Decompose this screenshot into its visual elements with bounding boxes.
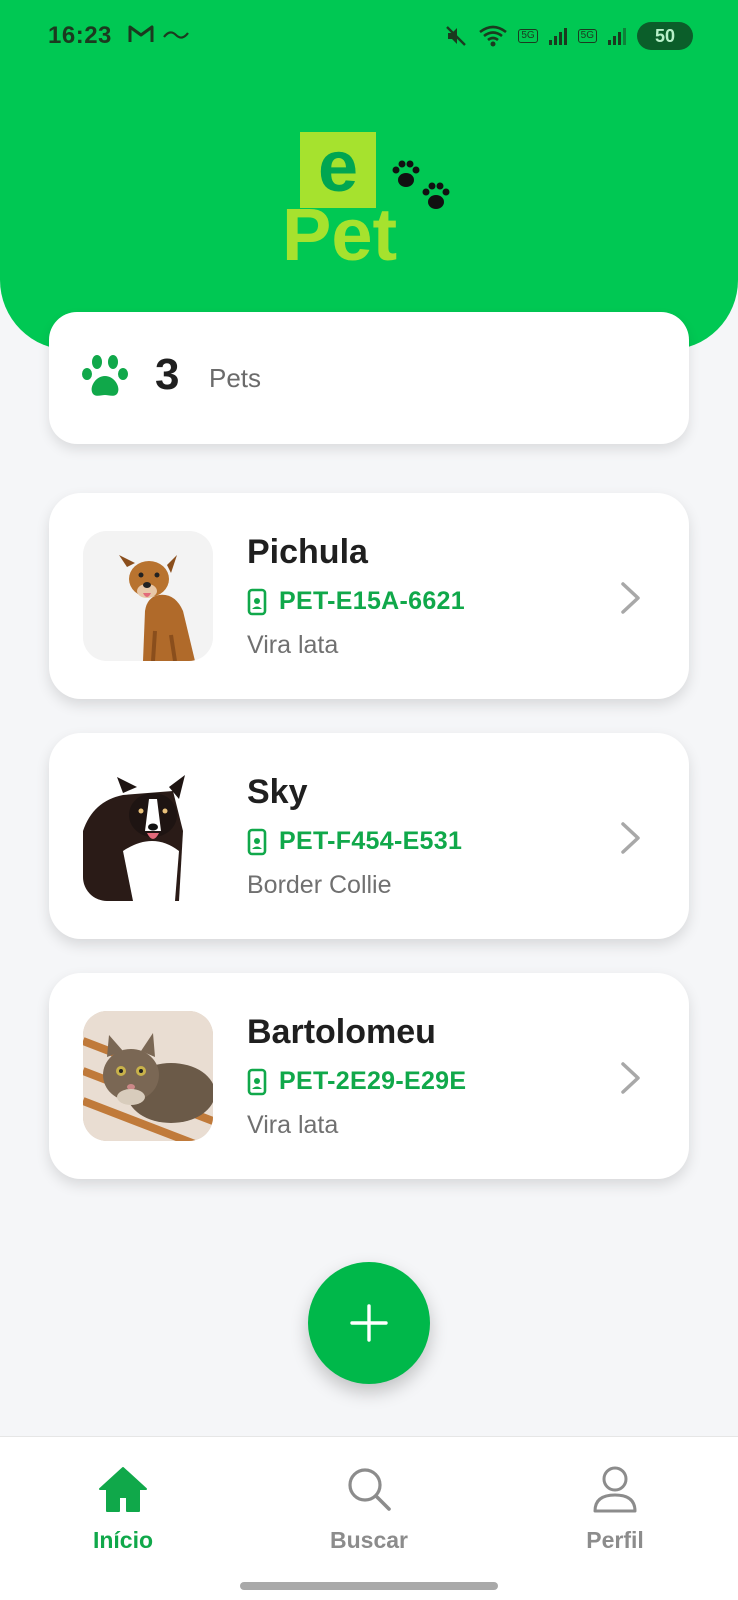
ifood-icon [163,31,189,39]
chevron-right-icon [621,1062,640,1094]
id-tag-icon [247,588,267,615]
chevron-right-icon [621,822,640,854]
logo-word-pet: Pet [282,193,398,276]
battery-level: 50 [654,25,676,46]
wifi-icon [479,25,508,47]
nav-search[interactable]: Buscar [299,1465,439,1554]
status-bar: 16:23 5G 5G 50 [0,0,738,70]
status-system-icons: 5G 5G 50 [444,22,693,50]
5g-badge-icon: 5G [577,29,597,43]
plus-icon [350,1304,388,1342]
nav-home-label: Início [92,1527,154,1553]
bottom-navigation: Início Buscar Perfil [0,1436,738,1600]
id-tag-icon [247,828,267,855]
home-indicator[interactable] [240,1582,498,1590]
app-logo: e Pet [280,128,460,278]
pet-photo [83,771,213,901]
status-time: 16:23 [48,22,112,49]
pet-id: PET-E15A-6621 [279,587,465,615]
5g-badge-icon: 5G [518,29,538,43]
pet-card[interactable]: Bartolomeu PET-2E29-E29E Vira lata [49,973,689,1179]
pet-card[interactable]: Pichula PET-E15A-6621 Vira lata [49,493,689,699]
home-icon [99,1467,147,1512]
pet-id-row: PET-E15A-6621 [247,587,465,616]
pet-id: PET-F454-E531 [279,827,463,855]
pet-name: Bartolomeu [247,1013,436,1051]
pet-photo [83,531,213,661]
nav-profile[interactable]: Perfil [545,1465,685,1554]
header: 16:23 5G 5G 50 e Pet [0,0,738,350]
signal-icon [548,28,567,45]
gmail-icon [128,25,154,42]
status-notification-icons [128,24,190,44]
add-pet-button[interactable] [308,1262,430,1384]
paw-prints-icon [392,160,450,209]
pet-breed: Vira lata [247,1111,339,1139]
pet-id-row: PET-F454-E531 [247,827,462,856]
pets-count: 3 [155,350,180,399]
dog-photo-icon [83,531,213,661]
cat-photo-icon [83,1011,213,1141]
search-icon [348,1468,391,1511]
pet-card[interactable]: Sky PET-F454-E531 Border Collie [49,733,689,939]
profile-icon [593,1466,637,1513]
paw-icon [82,355,128,396]
app-screen: 16:23 5G 5G 50 e Pet 3 Pets Pichula PET-… [0,0,738,1600]
chevron-right-icon [621,582,640,614]
dog-photo-icon [83,771,213,901]
nav-home[interactable]: Início [53,1465,193,1554]
signal-icon [608,28,626,45]
pet-id: PET-2E29-E29E [279,1067,467,1095]
pets-count-label: Pets [209,363,262,393]
pet-breed: Vira lata [247,631,339,659]
pets-summary-card: 3 Pets [49,312,689,444]
nav-profile-label: Perfil [586,1527,644,1553]
pet-photo [83,1011,213,1141]
pet-name: Pichula [247,533,368,571]
pet-id-row: PET-2E29-E29E [247,1067,466,1096]
mute-icon [446,26,467,46]
pet-breed: Border Collie [247,871,392,899]
id-tag-icon [247,1068,267,1095]
nav-search-label: Buscar [330,1527,408,1553]
battery-indicator: 50 [637,22,693,50]
pet-name: Sky [247,773,308,811]
